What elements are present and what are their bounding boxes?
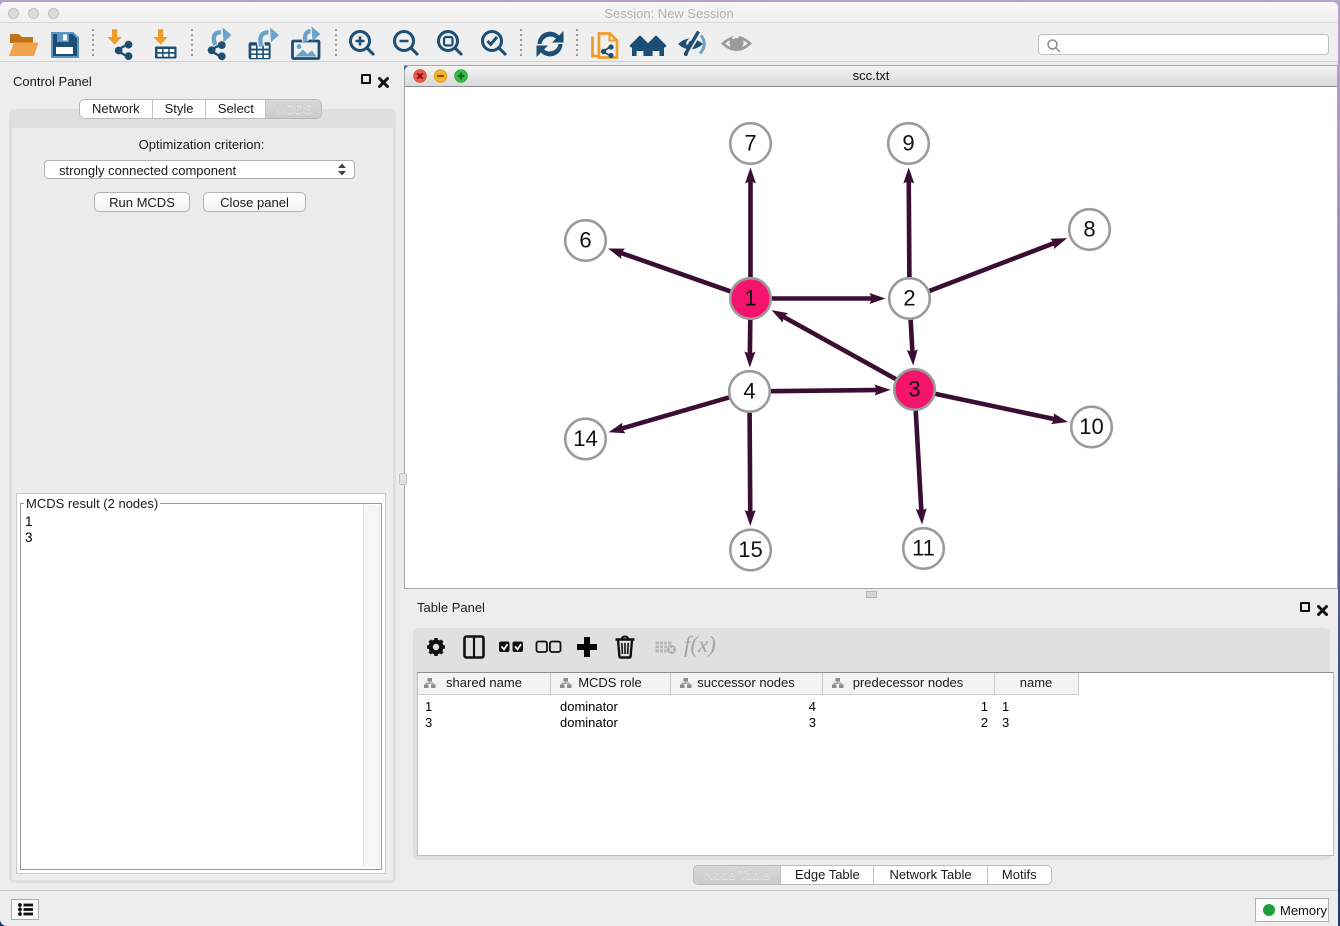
svg-text:7: 7 <box>744 131 756 156</box>
svg-text:10: 10 <box>1079 414 1103 439</box>
svg-text:6: 6 <box>579 228 591 253</box>
svg-text:3: 3 <box>908 377 920 402</box>
svg-text:4: 4 <box>743 379 755 404</box>
svg-text:2: 2 <box>903 286 915 311</box>
svg-text:9: 9 <box>902 131 914 156</box>
svg-text:14: 14 <box>573 426 597 451</box>
svg-text:1: 1 <box>744 286 756 311</box>
svg-text:11: 11 <box>912 536 935 561</box>
svg-text:8: 8 <box>1083 217 1095 242</box>
svg-text:15: 15 <box>738 537 762 562</box>
